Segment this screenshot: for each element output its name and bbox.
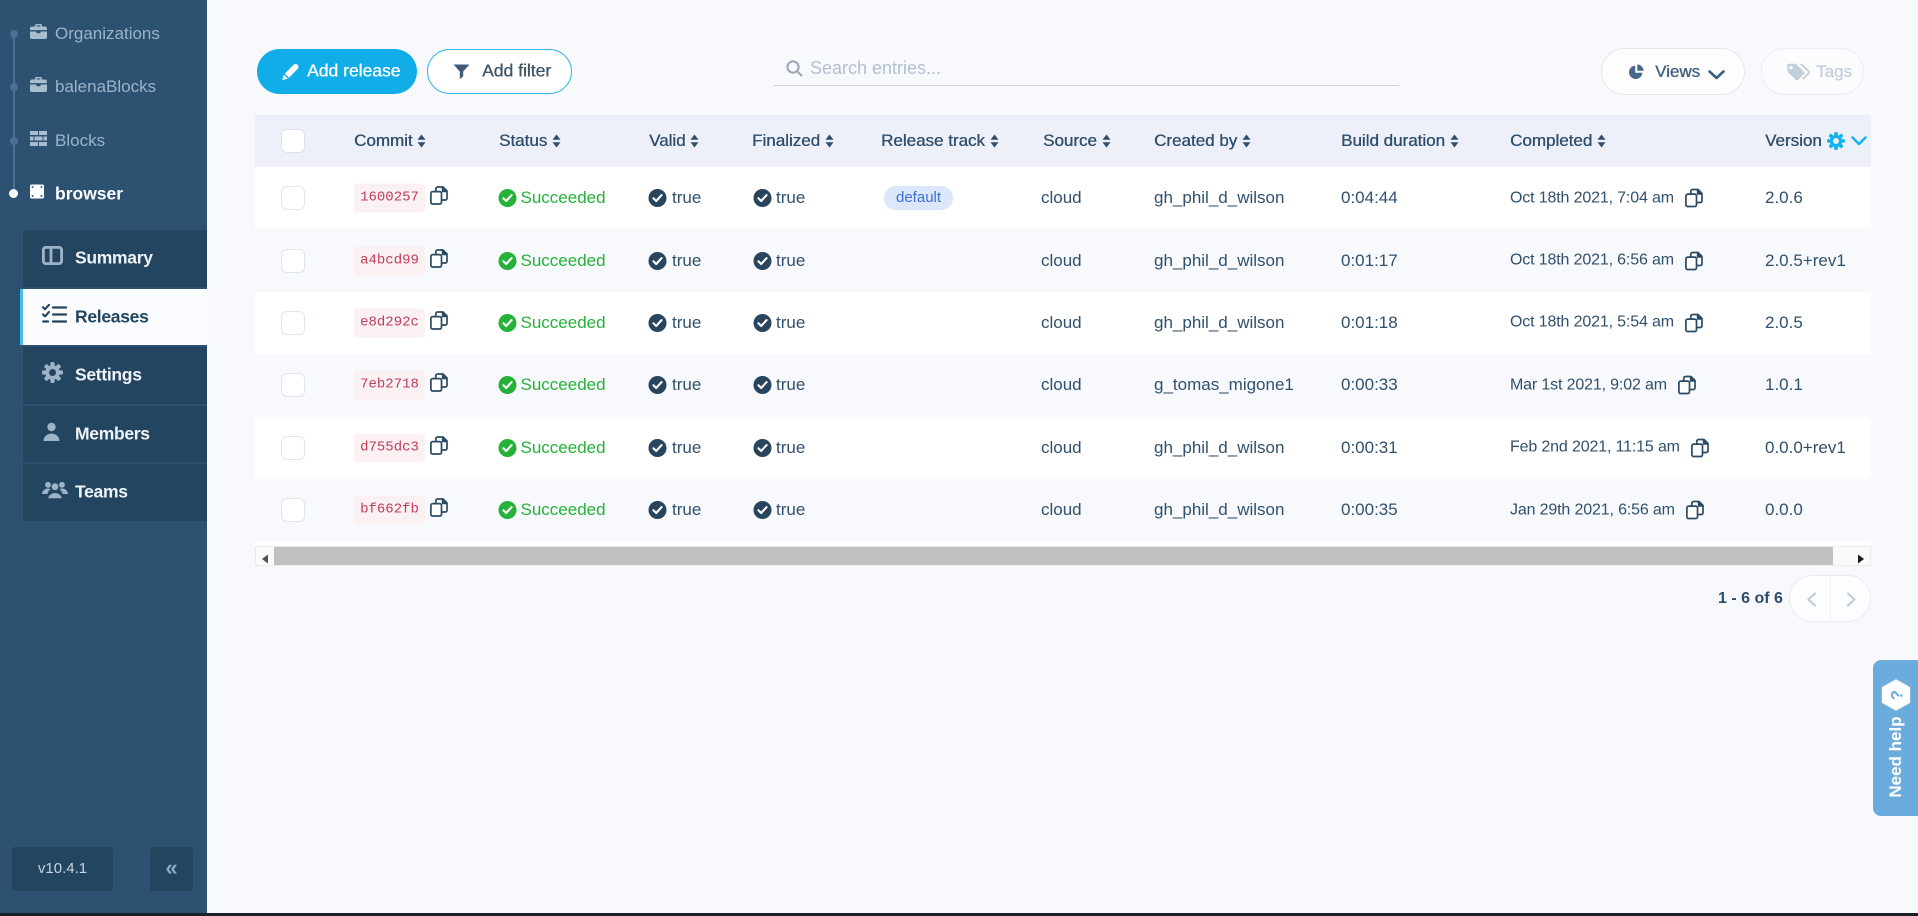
svg-text:?: ?	[1887, 689, 1906, 699]
